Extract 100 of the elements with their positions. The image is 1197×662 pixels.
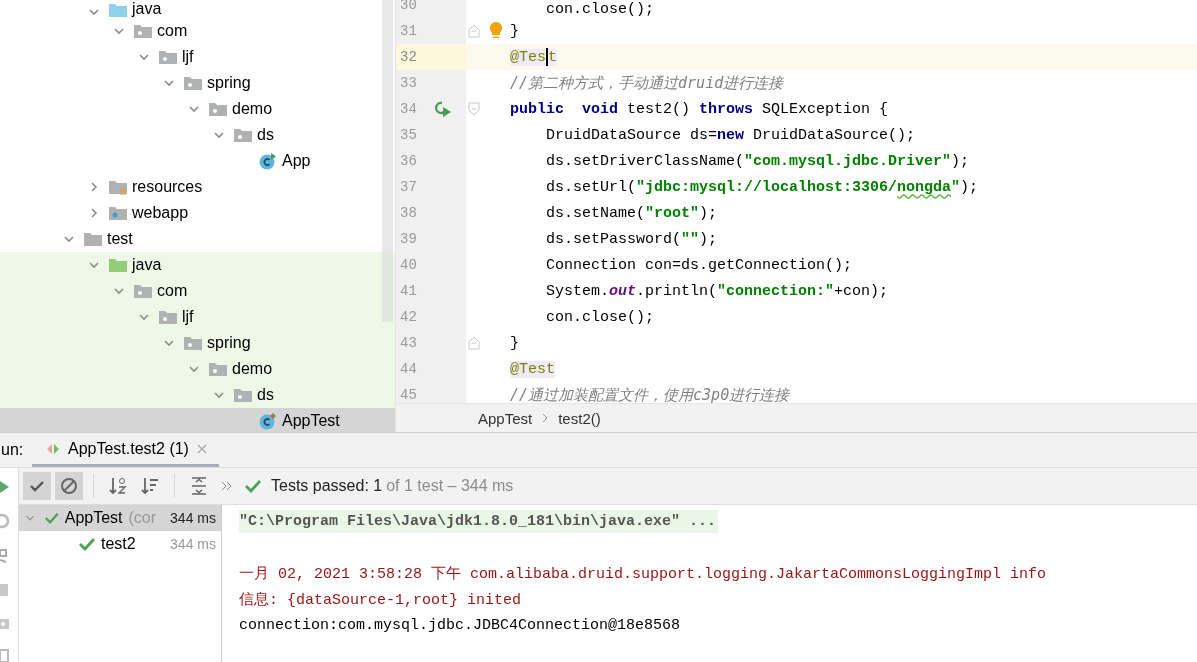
sort-alpha-icon[interactable]	[108, 476, 128, 496]
chevron-icon[interactable]	[188, 103, 200, 115]
tree-item[interactable]: spring	[0, 330, 395, 356]
tree-item[interactable]: spring	[0, 70, 395, 96]
tree-item[interactable]: ds	[0, 382, 395, 408]
line-number: 41	[399, 283, 418, 299]
fold-icon[interactable]	[468, 24, 480, 38]
sort-duration-icon[interactable]	[140, 476, 160, 496]
line-number: 43	[399, 335, 418, 351]
code-line: DruidDataSource ds=new DruidDataSource();	[545, 126, 916, 144]
test-icon	[46, 441, 60, 456]
chevron-icon[interactable]	[88, 6, 100, 18]
breadcrumb[interactable]: AppTest	[478, 409, 533, 427]
console-line: 信息: {dataSource-1,root} inited	[239, 590, 522, 609]
lightbulb-icon[interactable]	[489, 22, 503, 40]
tree-item[interactable]: ds	[0, 122, 395, 148]
line-number: 37	[399, 179, 418, 195]
tree-item[interactable]: java	[0, 252, 395, 278]
code-line: ds.setDriverClassName("com.mysql.jdbc.Driver");	[545, 152, 970, 170]
line-number: 30	[399, 0, 418, 13]
folder-icon	[209, 101, 227, 117]
line-number: 44	[399, 361, 418, 377]
folder-icon	[184, 75, 202, 91]
tree-item[interactable]: App	[0, 148, 395, 174]
class-icon	[259, 152, 277, 170]
console-line: connection:com.mysql.jdbc.JDBC4Connection@18e8568	[239, 616, 681, 634]
chevron-icon[interactable]	[88, 207, 100, 219]
chevron-icon[interactable]	[163, 77, 175, 89]
fold-icon[interactable]	[468, 336, 480, 350]
line-number: 35	[399, 127, 418, 143]
tree-item[interactable]: ljf	[0, 44, 395, 70]
close-icon[interactable]	[196, 443, 207, 454]
code-line: ds.setPassword("");	[545, 230, 718, 248]
fold-icon[interactable]	[468, 102, 480, 116]
folder-icon	[184, 335, 202, 351]
check-icon	[45, 510, 59, 526]
chevron-icon[interactable]	[88, 259, 100, 271]
line-number: 32	[399, 49, 418, 65]
code-line: ds.setUrl("jdbc:mysql://localhost:3306/nongda");	[545, 178, 979, 196]
check-icon	[245, 478, 261, 494]
more-icon[interactable]	[221, 481, 233, 491]
tree-item[interactable]: AppTest	[0, 408, 395, 432]
toggle-button[interactable]	[23, 472, 51, 500]
tree-item[interactable]: java	[0, 0, 395, 18]
code-line: }	[510, 22, 519, 40]
folder-icon	[234, 387, 252, 403]
separator-icon	[542, 413, 549, 423]
folder-icon	[234, 127, 252, 143]
toggle-button[interactable]	[55, 472, 83, 500]
chevron-icon[interactable]	[138, 311, 150, 323]
chevron-icon[interactable]	[188, 363, 200, 375]
chevron-icon[interactable]	[113, 25, 125, 37]
rerun-icon[interactable]	[0, 513, 10, 529]
code-line: //通过加装配置文件，使用c3p0进行连接	[510, 385, 790, 403]
breadcrumb[interactable]: test2()	[558, 409, 601, 427]
folder-icon	[209, 361, 227, 377]
folder-icon	[134, 23, 152, 39]
scrollbar[interactable]	[382, 0, 393, 322]
chevron-icon[interactable]	[163, 337, 175, 349]
tree-item[interactable]: test	[0, 226, 395, 252]
line-number: 31	[399, 23, 418, 39]
check-icon	[79, 536, 95, 552]
line-number: 40	[399, 257, 418, 273]
stop-icon[interactable]	[0, 583, 10, 597]
status-detail: of 1 test – 344 ms	[386, 477, 514, 495]
tree-item[interactable]: demo	[0, 96, 395, 122]
folder-icon	[159, 49, 177, 65]
folder-icon	[109, 2, 127, 18]
tree-item[interactable]: ljf	[0, 304, 395, 330]
test-result[interactable]: AppTest (cor 344 ms	[19, 505, 221, 531]
camera-icon[interactable]	[0, 616, 10, 630]
chevron-icon[interactable]	[213, 389, 225, 401]
play-icon[interactable]	[0, 480, 10, 494]
check-icon	[29, 478, 45, 494]
chevron-icon[interactable]	[63, 233, 75, 245]
chevron-icon[interactable]	[88, 181, 100, 193]
console-line: 一月 02, 2021 3:58:28 下午 com.alibaba.druid.support.logging.JakartaCommonsLoggingImpl info	[239, 564, 1047, 583]
tree-item[interactable]: com	[0, 278, 395, 304]
line-number: 33	[399, 75, 418, 91]
tree-item[interactable]: com	[0, 18, 395, 44]
tree-item[interactable]: webapp	[0, 200, 395, 226]
line-number: 45	[399, 387, 418, 403]
code-line: Connection con=ds.getConnection();	[545, 256, 853, 274]
test-result[interactable]: test2 344 ms	[19, 531, 221, 557]
line-number: 38	[399, 205, 418, 221]
code-line: con.close();	[545, 1, 655, 18]
chevron-icon[interactable]	[213, 129, 225, 141]
tree-item[interactable]: demo	[0, 356, 395, 382]
chevron-icon[interactable]	[113, 285, 125, 297]
chevron-icon[interactable]	[138, 51, 150, 63]
folder-icon	[109, 257, 127, 273]
code-line: public void test2() throws SQLException {	[510, 100, 889, 118]
run-icon[interactable]	[434, 101, 452, 117]
code-line: ds.setName("root");	[545, 204, 718, 222]
expand-all-icon[interactable]	[189, 476, 209, 496]
tree-item[interactable]: resources	[0, 174, 395, 200]
code-line: }	[510, 334, 519, 352]
line-number: 36	[399, 153, 418, 169]
class-icon	[259, 412, 277, 430]
folder-icon	[109, 205, 127, 221]
